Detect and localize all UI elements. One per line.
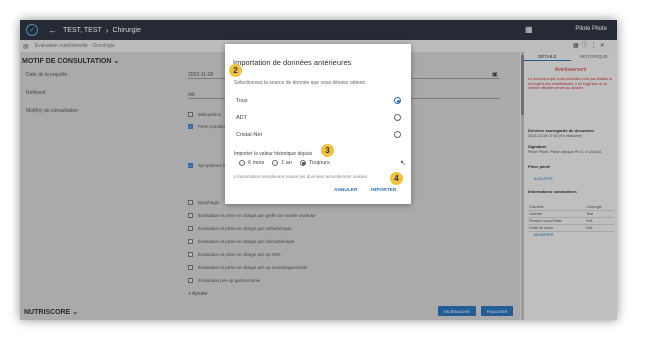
- source-option-tous[interactable]: Tous: [236, 97, 401, 104]
- step-badge: 4: [390, 172, 403, 185]
- import-button[interactable]: IMPORTER: [371, 188, 396, 193]
- history-options: 6 mois 1 an Toujours: [239, 160, 330, 166]
- radio-button[interactable]: [394, 114, 401, 121]
- cancel-button[interactable]: ANNULER: [334, 188, 357, 193]
- import-note: L'importation remplacera toutes les donn…: [234, 174, 369, 179]
- radio-button[interactable]: [394, 97, 401, 104]
- radio-button[interactable]: [239, 160, 245, 166]
- radio-button[interactable]: [394, 131, 401, 138]
- source-option-cristal-net[interactable]: Cristal-Net: [236, 131, 401, 138]
- radio-button[interactable]: [272, 160, 279, 166]
- step-badge: 3: [321, 144, 334, 157]
- history-option-1-an[interactable]: 1 an: [272, 160, 292, 166]
- history-option-toujours[interactable]: Toujours: [299, 160, 330, 166]
- source-option-adt[interactable]: ADT: [236, 114, 401, 121]
- dialog-subtitle: Sélectionnez la source de donnée que vou…: [234, 80, 367, 86]
- step-badge: 2: [229, 64, 242, 77]
- mouse-cursor-icon: ↖: [400, 160, 406, 167]
- dialog-title: Importation de données antérieures: [233, 58, 352, 67]
- history-label: Importer la valeur historique depuis: [234, 151, 313, 157]
- radio-button[interactable]: [299, 160, 306, 166]
- history-option-6-mois[interactable]: 6 mois: [239, 160, 264, 166]
- import-dialog: Importation de données antérieures Sélec…: [225, 44, 411, 204]
- app-window: ✓ ← TEST, TEST › Chirurgie ▦ Pilote Pilo…: [20, 20, 617, 320]
